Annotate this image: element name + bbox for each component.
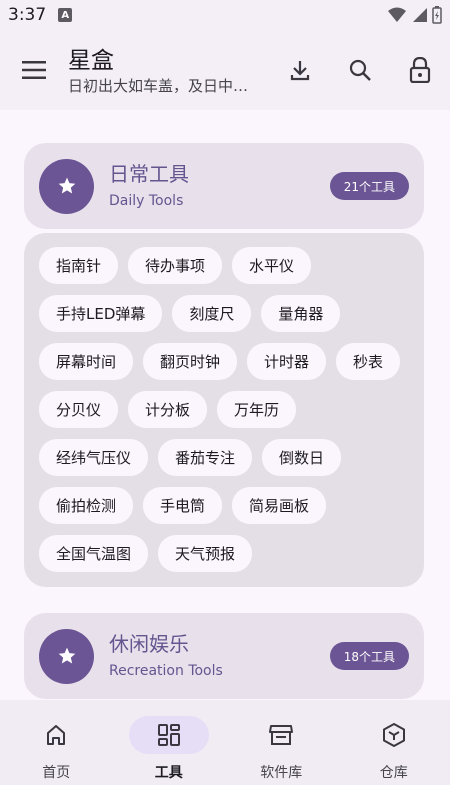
category-texts: 休闲娱乐 Recreation Tools bbox=[109, 631, 330, 681]
chip-row: 屏幕时间 翻页时钟 计时器 秒表 bbox=[39, 343, 424, 380]
tools-panel-daily: 指南针 待办事项 水平仪 手持LED弹幕 刻度尺 量角器 屏幕时间 翻页时钟 计… bbox=[24, 233, 424, 587]
store-icon-wrap bbox=[241, 716, 321, 754]
app-titles: 星盒 日初出大如车盖，及日中… bbox=[68, 44, 270, 96]
nav-item-warehouse[interactable]: 仓库 bbox=[338, 700, 450, 785]
menu-icon bbox=[22, 61, 46, 79]
nav-label: 首页 bbox=[42, 765, 71, 781]
lock-button[interactable] bbox=[390, 30, 450, 110]
tool-chip[interactable]: 翻页时钟 bbox=[143, 343, 238, 380]
nav-label: 工具 bbox=[154, 765, 183, 781]
tools-grid-icon bbox=[157, 724, 180, 746]
box-icon-wrap bbox=[354, 716, 434, 754]
status-bar: 3:37 A bbox=[0, 0, 450, 30]
search-icon bbox=[349, 59, 371, 81]
notification-a-icon: A bbox=[58, 8, 73, 22]
signal-icon bbox=[413, 8, 427, 22]
chip-row: 指南针 待办事项 水平仪 bbox=[39, 247, 424, 284]
category-daily-tools[interactable]: 日常工具 Daily Tools 21个工具 bbox=[24, 143, 424, 229]
chip-row: 分贝仪 计分板 万年历 bbox=[39, 391, 424, 428]
nav-item-home[interactable]: 首页 bbox=[0, 700, 113, 785]
app-title: 星盒 bbox=[68, 48, 114, 74]
chip-row: 经纬气压仪 番茄专注 倒数日 bbox=[39, 439, 424, 476]
app-subtitle: 日初出大如车盖，及日中… bbox=[68, 77, 249, 95]
nav-item-tools[interactable]: 工具 bbox=[113, 700, 226, 785]
status-icons bbox=[388, 6, 442, 24]
tool-count-badge: 21个工具 bbox=[329, 172, 409, 200]
tool-chip[interactable]: 屏幕时间 bbox=[39, 343, 134, 380]
content-area[interactable]: 日常工具 Daily Tools 21个工具 指南针 待办事项 水平仪 手持LE… bbox=[0, 110, 450, 700]
star-icon bbox=[39, 158, 94, 214]
menu-button[interactable] bbox=[0, 30, 68, 110]
tool-chip[interactable]: 分贝仪 bbox=[39, 391, 119, 428]
home-icon bbox=[47, 725, 66, 745]
tool-chip[interactable]: 待办事项 bbox=[128, 247, 223, 284]
tool-chip[interactable]: 全国气温图 bbox=[39, 535, 149, 572]
download-icon bbox=[290, 61, 310, 81]
tool-chip[interactable]: 手电筒 bbox=[143, 487, 223, 524]
tool-chip[interactable]: 番茄专注 bbox=[158, 439, 253, 476]
category-subtitle: Daily Tools bbox=[109, 193, 184, 209]
tool-chip[interactable]: 天气预报 bbox=[158, 535, 253, 572]
search-button[interactable] bbox=[330, 30, 390, 110]
bottom-navigation: 首页 工具 软件库 仓库 bbox=[0, 700, 450, 785]
lock-icon bbox=[409, 57, 431, 83]
nav-label: 仓库 bbox=[379, 765, 408, 781]
tools-icon-wrap bbox=[128, 716, 209, 754]
category-title: 休闲娱乐 bbox=[109, 632, 189, 656]
category-texts: 日常工具 Daily Tools bbox=[109, 161, 330, 211]
category-title: 日常工具 bbox=[109, 162, 189, 186]
tool-chip[interactable]: 简易画板 bbox=[232, 487, 327, 524]
chip-row: 手持LED弹幕 刻度尺 量角器 bbox=[39, 295, 424, 332]
nav-item-store[interactable]: 软件库 bbox=[225, 700, 338, 785]
category-recreation-tools[interactable]: 休闲娱乐 Recreation Tools 18个工具 bbox=[24, 613, 424, 699]
download-button[interactable] bbox=[270, 30, 330, 110]
chip-row: 全国气温图 天气预报 bbox=[39, 535, 424, 572]
status-time: 3:37 bbox=[8, 5, 47, 25]
tool-chip[interactable]: 量角器 bbox=[261, 295, 341, 332]
category-subtitle: Recreation Tools bbox=[109, 663, 223, 679]
tool-chip[interactable]: 倒数日 bbox=[262, 439, 342, 476]
battery-icon bbox=[432, 6, 442, 24]
nav-label: 软件库 bbox=[260, 765, 303, 781]
tool-count-badge: 18个工具 bbox=[329, 642, 409, 670]
tool-chip[interactable]: 手持LED弹幕 bbox=[39, 295, 163, 332]
tool-chip[interactable]: 刻度尺 bbox=[172, 295, 252, 332]
tool-chip[interactable]: 经纬气压仪 bbox=[39, 439, 149, 476]
app-bar: 星盒 日初出大如车盖，及日中… bbox=[0, 30, 450, 110]
chip-row: 偷拍检测 手电筒 简易画板 bbox=[39, 487, 424, 524]
wifi-icon bbox=[388, 7, 406, 22]
tool-chip[interactable]: 计分板 bbox=[128, 391, 208, 428]
tool-chip[interactable]: 偷拍检测 bbox=[39, 487, 134, 524]
box-icon bbox=[382, 723, 405, 747]
store-icon bbox=[269, 725, 294, 745]
tool-chip[interactable]: 水平仪 bbox=[232, 247, 312, 284]
home-icon-wrap bbox=[16, 716, 96, 754]
tool-chip[interactable]: 秒表 bbox=[336, 343, 401, 380]
tool-chip[interactable]: 计时器 bbox=[247, 343, 327, 380]
tool-chip[interactable]: 指南针 bbox=[39, 247, 119, 284]
star-icon bbox=[39, 628, 94, 684]
tool-chip[interactable]: 万年历 bbox=[217, 391, 297, 428]
